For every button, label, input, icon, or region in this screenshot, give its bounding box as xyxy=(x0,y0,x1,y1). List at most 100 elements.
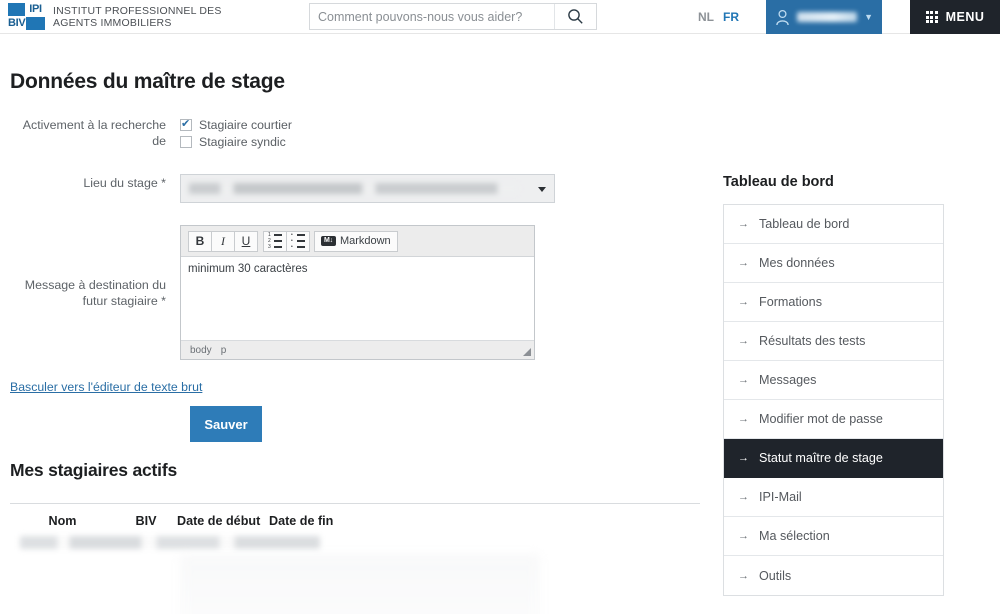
ordered-list-icon: 1 2 3 xyxy=(268,233,282,250)
sidebar-item-label: Statut maître de stage xyxy=(759,451,883,465)
form-row-lieu: Lieu du stage * xyxy=(10,174,710,203)
sidebar-item-ipi-mail[interactable]: → IPI-Mail xyxy=(724,478,943,517)
checkbox-stagiaire-syndic[interactable] xyxy=(180,135,192,148)
page-title: Données du maître de stage xyxy=(10,70,285,93)
form-row-message: Message à destination du futur stagiaire… xyxy=(10,225,710,360)
lieu-selected-value-redacted xyxy=(189,183,519,194)
brand-name-line2: AGENTS IMMOBILIERS xyxy=(53,16,172,29)
arrow-right-icon: → xyxy=(738,218,749,230)
logo-text-ipi: IPI xyxy=(29,3,42,15)
search-icon xyxy=(568,9,583,24)
sidebar-item-modifier-mot-de-passe[interactable]: → Modifier mot de passe xyxy=(724,400,943,439)
markdown-button[interactable]: M↓ Markdown xyxy=(314,230,398,252)
label-lieu-du-stage: Lieu du stage * xyxy=(83,176,166,190)
brand-name: INSTITUT PROFESSIONNEL DES AGENTS IMMOBI… xyxy=(53,5,222,29)
chevron-down-icon[interactable] xyxy=(538,187,546,192)
chevron-down-icon[interactable]: ▼ xyxy=(864,12,873,22)
arrow-right-icon: → xyxy=(738,491,749,503)
editor-content-area[interactable]: minimum 30 caractères xyxy=(181,257,534,340)
italic-button[interactable]: I xyxy=(211,230,235,252)
ordered-list-button[interactable]: 1 2 3 xyxy=(263,230,287,252)
page-footer-placeholder xyxy=(180,554,540,614)
column-header-date-fin: Date de fin xyxy=(269,514,334,528)
label-actively-searching: Activement à la recherche de xyxy=(22,118,166,148)
bold-button[interactable]: B xyxy=(188,230,212,252)
sidebar-item-mes-donnees[interactable]: → Mes données xyxy=(724,244,943,283)
arrow-right-icon: → xyxy=(738,257,749,269)
arrow-right-icon: → xyxy=(738,374,749,386)
arrow-right-icon: → xyxy=(738,335,749,347)
sidebar-item-outils[interactable]: → Outils xyxy=(724,556,943,595)
sidebar-item-formations[interactable]: → Formations xyxy=(724,283,943,322)
sidebar-item-label: Résultats des tests xyxy=(759,334,866,348)
sidebar-item-ma-selection[interactable]: → Ma sélection xyxy=(724,517,943,556)
sidebar-item-label: Outils xyxy=(759,568,792,583)
editor-toolbar: B I U 1 2 3 • • • M↓ Markdown xyxy=(181,226,534,257)
checkbox-group: Stagiaire courtier Stagiaire syndic xyxy=(180,116,710,150)
sidebar-item-statut-maitre-de-stage[interactable]: → Statut maître de stage xyxy=(724,439,943,478)
sidebar-title: Tableau de bord xyxy=(723,174,834,190)
user-account-dropdown[interactable]: ▼ xyxy=(766,0,882,34)
sidebar-item-label: Messages xyxy=(759,373,817,387)
search-button[interactable] xyxy=(554,4,596,29)
user-name-redacted xyxy=(797,12,858,22)
logo-square-bottom-right xyxy=(26,17,45,30)
checkbox-row-courtier[interactable]: Stagiaire courtier xyxy=(180,116,710,133)
section-title-active-trainees: Mes stagiaires actifs xyxy=(10,460,177,480)
brand-logo-area[interactable]: IPI BIV INSTITUT PROFESSIONNEL DES AGENT… xyxy=(0,0,222,33)
column-header-date-debut: Date de début xyxy=(177,514,261,528)
language-nl[interactable]: NL xyxy=(698,10,714,24)
save-row: Sauver xyxy=(10,396,710,442)
person-icon xyxy=(776,9,789,25)
editor-path-p: p xyxy=(220,344,227,356)
language-switcher[interactable]: NL FR xyxy=(698,0,739,34)
checkbox-label-courtier: Stagiaire courtier xyxy=(199,117,292,132)
active-trainees-table: Nom BIV Date de début Date de fin xyxy=(10,503,700,549)
sidebar-item-label: IPI-Mail xyxy=(759,490,802,504)
editor-status-bar: body p xyxy=(181,340,534,359)
main-menu-label: MENU xyxy=(945,10,985,24)
arrow-right-icon: → xyxy=(738,296,749,308)
lieu-field xyxy=(180,174,710,203)
bullet-list-icon: • • • xyxy=(291,233,305,250)
arrow-right-icon: → xyxy=(738,413,749,425)
logo-square-top-left xyxy=(8,3,25,16)
sidebar: Tableau de bord → Tableau de bord → Mes … xyxy=(723,174,944,596)
sidebar-item-label: Ma sélection xyxy=(759,529,830,543)
arrow-right-icon: → xyxy=(738,530,749,542)
sidebar-item-tableau-de-bord[interactable]: → Tableau de bord xyxy=(724,205,943,244)
editor-format-group: B I U xyxy=(188,230,258,252)
markdown-icon: M↓ xyxy=(321,236,336,246)
checkbox-row-syndic[interactable]: Stagiaire syndic xyxy=(180,133,710,150)
search-bar[interactable] xyxy=(309,3,597,30)
main-content: Données du maître de stage Activement à … xyxy=(10,70,710,549)
ipi-biv-logo: IPI BIV xyxy=(8,3,45,30)
table-row xyxy=(10,536,700,549)
sidebar-item-label: Modifier mot de passe xyxy=(759,412,883,426)
arrow-right-icon: → xyxy=(738,569,749,582)
main-menu-button[interactable]: MENU xyxy=(910,0,1000,34)
message-field: B I U 1 2 3 • • • M↓ Markdown minimum 30… xyxy=(180,225,710,360)
table-row-redacted xyxy=(20,536,320,549)
column-header-biv: BIV xyxy=(135,514,157,528)
sidebar-item-label: Tableau de bord xyxy=(759,217,850,231)
label-message-futur-stagiaire: Message à destination du futur stagiaire… xyxy=(24,278,166,308)
brand-name-line1: INSTITUT PROFESSIONNEL DES xyxy=(53,4,222,17)
sidebar-item-messages[interactable]: → Messages xyxy=(724,361,943,400)
logo-text-biv: BIV xyxy=(8,17,26,29)
sidebar-nav: → Tableau de bord → Mes données → Format… xyxy=(723,204,944,596)
language-fr[interactable]: FR xyxy=(723,10,739,24)
search-input[interactable] xyxy=(310,9,554,24)
form-row-search-status: Activement à la recherche de Stagiaire c… xyxy=(10,116,710,150)
editor-resize-handle[interactable] xyxy=(523,348,531,356)
rich-text-editor: B I U 1 2 3 • • • M↓ Markdown minimum 30… xyxy=(180,225,535,360)
arrow-right-icon: → xyxy=(738,452,749,464)
bullet-list-button[interactable]: • • • xyxy=(286,230,310,252)
lieu-du-stage-select[interactable] xyxy=(180,174,555,203)
switch-to-plain-text-editor-link[interactable]: Basculer vers l'éditeur de texte brut xyxy=(10,380,202,394)
sidebar-item-label: Formations xyxy=(759,295,822,309)
sidebar-item-resultats-des-tests[interactable]: → Résultats des tests xyxy=(724,322,943,361)
underline-button[interactable]: U xyxy=(234,230,258,252)
checkbox-stagiaire-courtier[interactable] xyxy=(180,117,192,131)
save-button[interactable]: Sauver xyxy=(190,406,262,442)
